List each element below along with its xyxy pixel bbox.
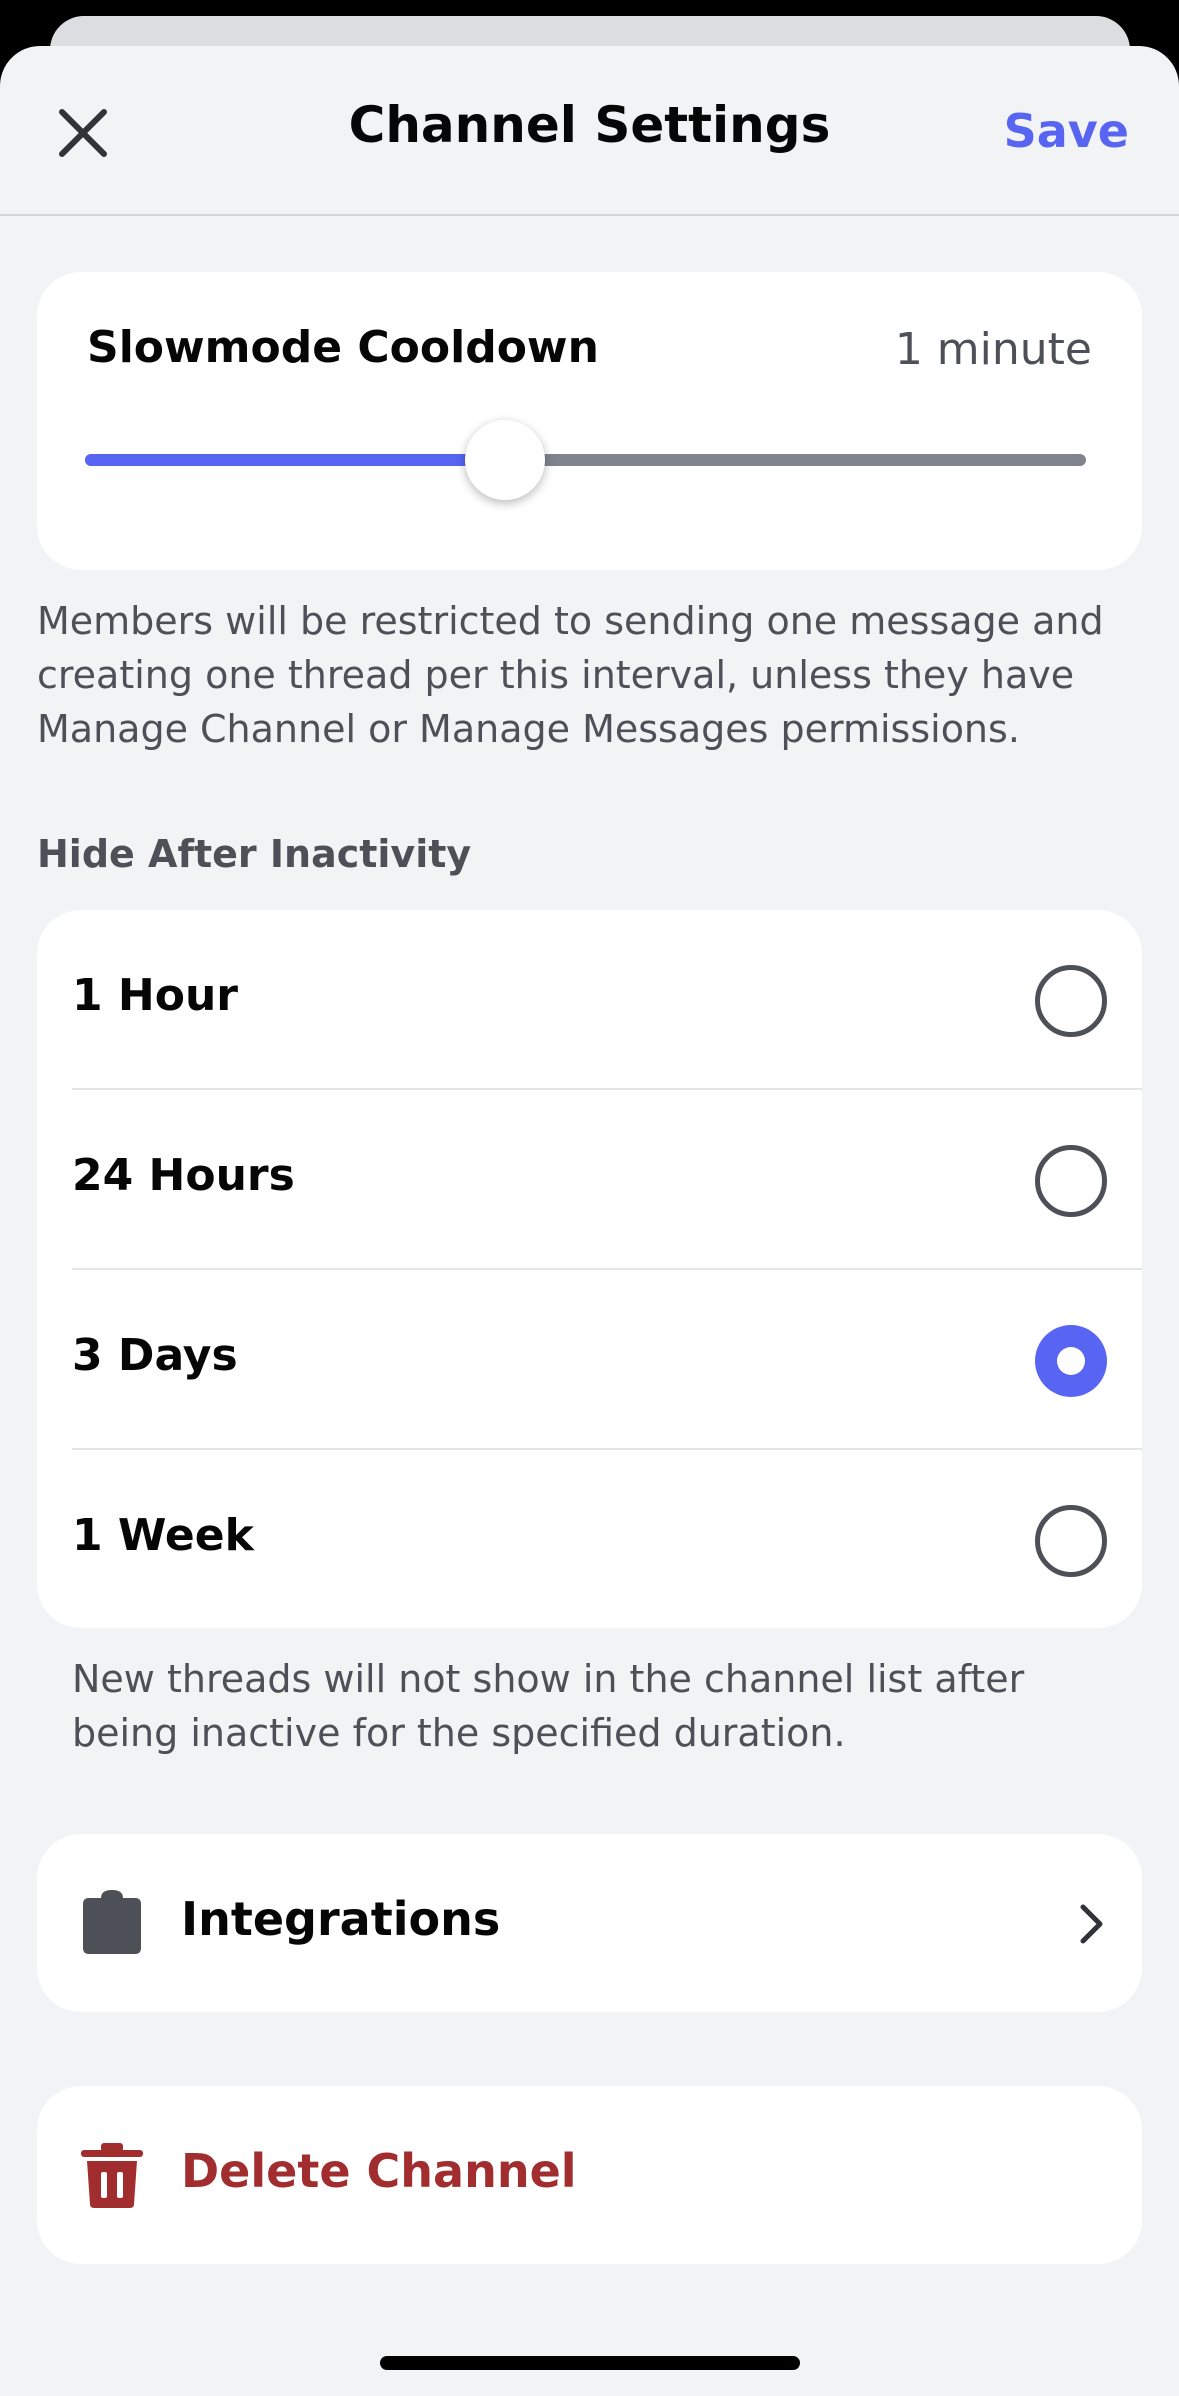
delete-channel-label: Delete Channel: [181, 2144, 577, 2198]
section-label-hide-after-inactivity: Hide After Inactivity: [37, 832, 472, 876]
slowmode-description: Members will be restricted to sending on…: [37, 599, 1104, 751]
option-1-hour[interactable]: 1 Hour: [37, 910, 1142, 1090]
chevron-right-icon: [1080, 1904, 1103, 1944]
option-label: 24 Hours: [72, 1150, 295, 1201]
home-indicator: [380, 2356, 800, 2370]
inactivity-description: New threads will not show in the channel…: [72, 1657, 1025, 1755]
radio-button[interactable]: [1035, 965, 1107, 1037]
option-label: 3 Days: [72, 1330, 238, 1381]
radio-button[interactable]: [1035, 1505, 1107, 1577]
slider-thumb[interactable]: [465, 420, 546, 500]
save-button[interactable]: Save: [1004, 104, 1129, 158]
radio-button[interactable]: [1035, 1145, 1107, 1217]
option-label: 1 Week: [72, 1510, 254, 1561]
slowmode-slider[interactable]: [85, 420, 1086, 500]
trash-icon: [81, 2143, 143, 2208]
slowmode-value: 1 minute: [894, 324, 1092, 375]
option-24-hours[interactable]: 24 Hours: [37, 1090, 1142, 1270]
option-label: 1 Hour: [72, 970, 239, 1021]
integrations-row[interactable]: Integrations: [37, 1834, 1142, 2012]
inactivity-options-card: 1 Hour 24 Hours 3 Days 1 Week: [37, 910, 1142, 1628]
option-3-days[interactable]: 3 Days: [37, 1270, 1142, 1450]
radio-button-selected[interactable]: [1035, 1325, 1107, 1397]
option-1-week[interactable]: 1 Week: [37, 1450, 1142, 1630]
delete-channel-row[interactable]: Delete Channel: [37, 2086, 1142, 2264]
page-title: Channel Settings: [348, 96, 831, 154]
slowmode-card: Slowmode Cooldown 1 minute: [37, 272, 1142, 570]
channel-settings-sheet: Channel Settings Save Slowmode Cooldown …: [0, 46, 1179, 2396]
header: Channel Settings Save: [0, 46, 1179, 216]
integrations-label: Integrations: [181, 1892, 501, 1946]
slider-track-fill: [85, 454, 506, 466]
slowmode-title: Slowmode Cooldown: [87, 322, 599, 373]
puzzle-icon: [83, 1890, 141, 1954]
